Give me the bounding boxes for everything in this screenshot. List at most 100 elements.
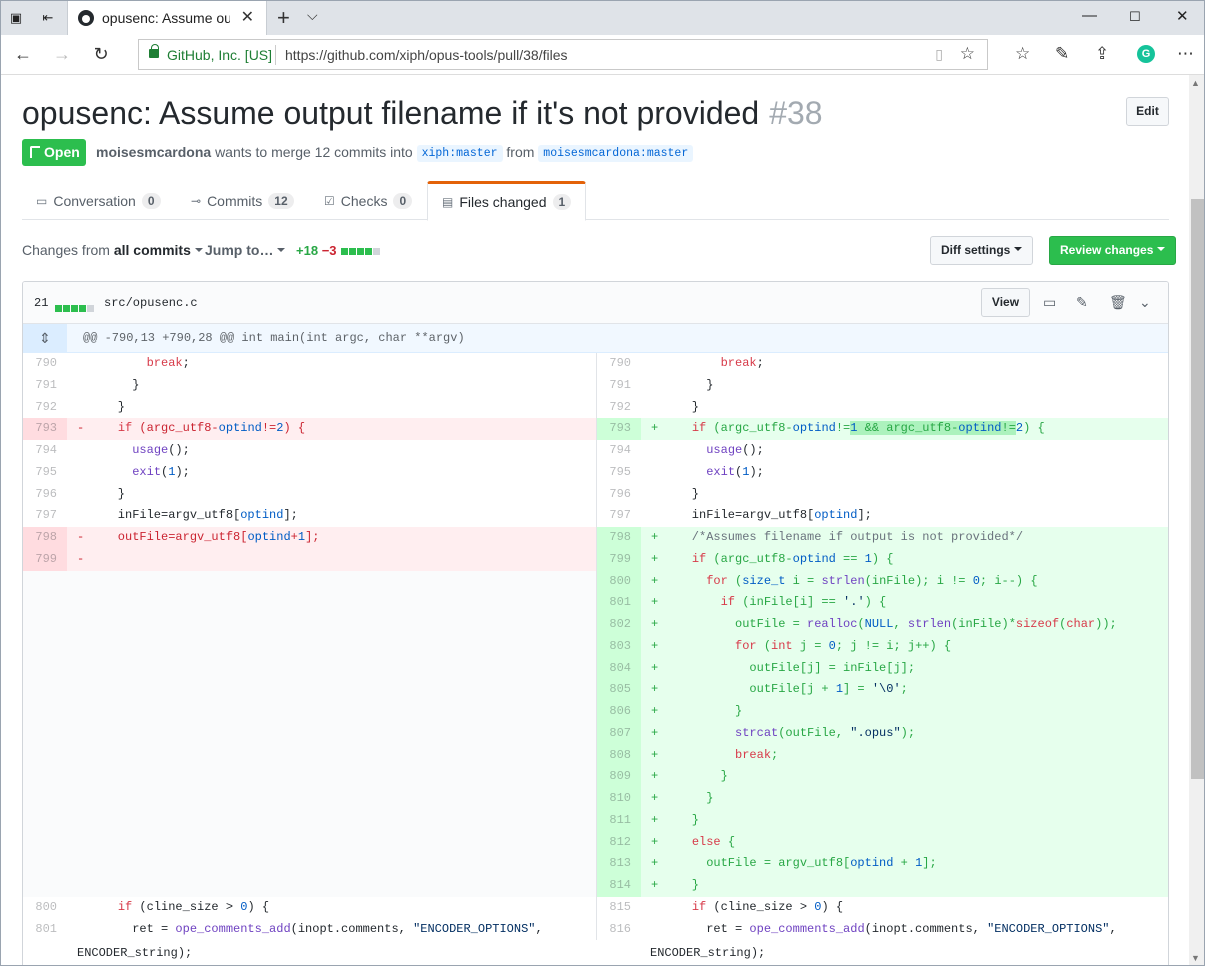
scroll-down-icon[interactable]: ▼	[1191, 953, 1200, 963]
line-number[interactable]: 795	[23, 462, 67, 484]
diff-line	[23, 592, 596, 614]
diff-line	[23, 809, 596, 832]
line-number[interactable]: 805	[597, 679, 641, 701]
tab-preview-icon[interactable]: ⇤	[39, 9, 57, 27]
line-number[interactable]: 806	[597, 701, 641, 723]
line-number[interactable]: 801	[597, 592, 641, 614]
cert-label[interactable]: GitHub, Inc. [US]	[167, 47, 272, 63]
line-number[interactable]: 792	[597, 397, 641, 419]
line-number[interactable]: 790	[23, 353, 67, 375]
line-number[interactable]: 794	[23, 440, 67, 462]
tab-counter: 12	[268, 192, 294, 209]
line-number[interactable]: 798	[597, 527, 641, 549]
changes-from-dropdown[interactable]: Changes from all commits	[22, 242, 203, 258]
refresh-icon[interactable]: ↻	[89, 44, 113, 65]
more-icon[interactable]: ⋯	[1177, 44, 1194, 64]
file-changes-count: 21	[34, 296, 49, 310]
jump-to-dropdown[interactable]: Jump to…	[205, 242, 286, 258]
line-number[interactable]: 800	[23, 897, 67, 919]
diff-sign	[67, 658, 89, 680]
set-aside-tabs-icon[interactable]: ▣	[7, 9, 25, 27]
line-number[interactable]: 802	[597, 614, 641, 636]
line-number[interactable]: 813	[597, 853, 641, 875]
line-number[interactable]: 795	[597, 462, 641, 484]
diff-line	[23, 788, 596, 810]
author-link[interactable]: moisesmcardona	[96, 144, 211, 160]
line-number[interactable]: 798	[23, 527, 67, 549]
scrollbar-thumb[interactable]	[1191, 199, 1204, 779]
close-window-icon[interactable]: ✕	[1176, 7, 1189, 25]
line-number[interactable]: 808	[597, 744, 641, 767]
line-number[interactable]: 794	[597, 440, 641, 462]
line-number[interactable]: 793	[23, 418, 67, 440]
diff-line: 797 inFile=argv_utf8[optind];	[23, 505, 596, 527]
jump-to-label: Jump to…	[205, 242, 274, 258]
line-number[interactable]: 810	[597, 788, 641, 810]
close-tab-icon[interactable]: ✕	[241, 7, 254, 27]
line-number[interactable]: 809	[597, 766, 641, 788]
review-changes-button[interactable]: Review changes	[1049, 236, 1177, 265]
address-bar[interactable]: GitHub, Inc. [US] https://github.com/xip…	[138, 39, 988, 70]
line-number[interactable]: 815	[597, 897, 641, 919]
favorite-star-icon[interactable]: ☆	[960, 44, 975, 64]
head-ref[interactable]: moisesmcardona:master	[538, 145, 694, 162]
share-icon[interactable]: ⇪	[1095, 44, 1109, 64]
line-number[interactable]: 804	[597, 657, 641, 680]
line-number[interactable]: 793	[597, 418, 641, 440]
file-name[interactable]: src/opusenc.c	[104, 296, 198, 310]
line-number[interactable]: 812	[597, 831, 641, 854]
diff-sign	[67, 614, 89, 636]
code-text: exit(1);	[132, 464, 190, 479]
line-number[interactable]: 792	[23, 397, 67, 419]
line-number[interactable]: 796	[23, 484, 67, 506]
pen-icon[interactable]: ✎	[1055, 44, 1069, 64]
tab-checks[interactable]: ☑ Checks 0	[310, 181, 426, 220]
diff-settings-button[interactable]: Diff settings	[930, 236, 1034, 265]
line-number[interactable]: 799	[23, 548, 67, 571]
tab-conversation[interactable]: ▭ Conversation 0	[22, 181, 175, 220]
line-number[interactable]: 797	[23, 505, 67, 527]
line-number[interactable]: 816	[597, 919, 641, 941]
chevron-down-icon[interactable]: ⌄	[1139, 294, 1151, 311]
diff-sign: +	[641, 744, 663, 767]
line-number[interactable]: 796	[597, 484, 641, 506]
new-tab-icon[interactable]: +	[277, 5, 290, 31]
line-number[interactable]: 800	[597, 570, 641, 593]
line-number[interactable]: 790	[597, 353, 641, 375]
trash-icon[interactable]: 🗑	[1109, 294, 1127, 311]
line-number[interactable]: 791	[597, 375, 641, 397]
reading-view-icon[interactable]: ▯	[935, 46, 943, 63]
desktop-icon[interactable]: ▭	[1043, 294, 1056, 311]
chevron-down-icon[interactable]: ⌵	[307, 7, 318, 24]
favorites-list-icon[interactable]: ☆	[1015, 44, 1030, 64]
pencil-icon[interactable]: ✎	[1076, 294, 1088, 311]
tab-files-changed[interactable]: ▤ Files changed 1	[427, 181, 587, 221]
line-number[interactable]: 811	[597, 809, 641, 832]
line-number[interactable]: 791	[23, 375, 67, 397]
tab-commits[interactable]: ⊸ Commits 12	[177, 181, 308, 220]
base-ref[interactable]: xiph:master	[416, 145, 503, 162]
url-text[interactable]: https://github.com/xiph/opus-tools/pull/…	[285, 47, 568, 63]
diff-line: 810 + }	[597, 788, 1168, 810]
line-number[interactable]: 807	[597, 722, 641, 745]
line-number[interactable]: 803	[597, 635, 641, 658]
maximize-icon[interactable]: ☐	[1129, 9, 1141, 25]
expand-icon[interactable]: ⇕	[23, 324, 67, 352]
grammarly-icon[interactable]: G	[1137, 45, 1155, 63]
line-number[interactable]: 814	[597, 875, 641, 897]
code-text: }	[663, 486, 700, 501]
line-number[interactable]: 801	[23, 919, 67, 941]
line-number[interactable]: 797	[597, 505, 641, 527]
edit-button[interactable]: Edit	[1126, 97, 1169, 126]
code-text: if (inFile[i] == '.') {	[663, 592, 1168, 614]
line-number[interactable]: 799	[597, 548, 641, 571]
diff-line: 790 break;	[23, 353, 596, 375]
forward-icon[interactable]: →	[50, 44, 74, 65]
browser-tab[interactable]: opusenc: Assume output ✕	[67, 1, 267, 35]
view-file-button[interactable]: View	[981, 288, 1030, 317]
diff-sign	[67, 440, 89, 462]
back-icon[interactable]: ←	[11, 44, 35, 65]
minimize-icon[interactable]: —	[1082, 7, 1097, 24]
scroll-up-icon[interactable]: ▲	[1191, 78, 1200, 88]
